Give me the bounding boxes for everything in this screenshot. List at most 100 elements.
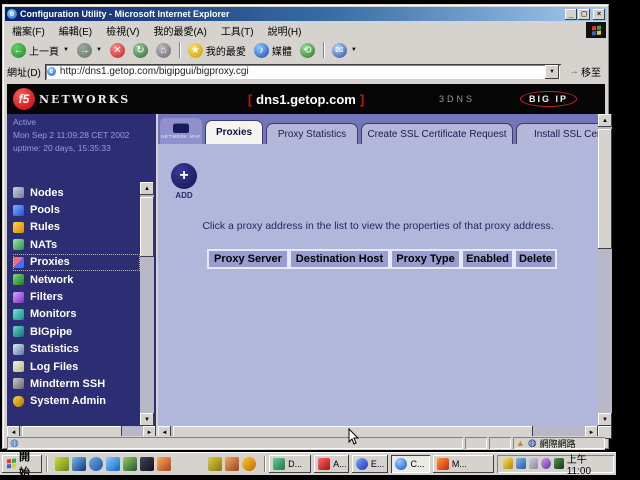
column-proxy-server[interactable]: Proxy Server [207,249,289,269]
scroll-down-icon[interactable]: ▼ [598,413,612,426]
menu-tools[interactable]: 工具(T) [214,22,261,39]
go-icon: → [569,66,579,77]
title-bar[interactable]: e Configuration Utility - Microsoft Inte… [5,7,607,21]
sidebar-item-nats[interactable]: NATs [13,236,140,253]
task-button-3[interactable]: E... [352,455,389,473]
sidebar-item-bigpipe[interactable]: BIGpipe [13,323,140,340]
sidebar-item-mindterm-ssh[interactable]: Mindterm SSH [13,375,140,392]
forward-dropdown-icon[interactable]: ▼ [96,47,102,53]
menu-file[interactable]: 檔案(F) [5,22,52,39]
clock[interactable]: 上午 11:00 [567,451,608,477]
sidebar-item-statistics[interactable]: Statistics [13,341,140,358]
back-dropdown-icon[interactable]: ▼ [63,47,69,53]
quick-launch-icon[interactable] [157,457,171,471]
window-title: Configuration Utility - Microsoft Intern… [20,9,564,19]
tab-create-ssl-certificate-request[interactable]: Create SSL Certificate Request [361,123,513,144]
quick-launch-icon[interactable] [123,457,137,471]
history-button[interactable]: ⟲ [296,42,319,59]
tray-icon[interactable] [541,458,551,469]
scroll-up-icon[interactable]: ▲ [598,114,612,127]
tab-proxies[interactable]: Proxies [205,120,263,144]
tray-icon[interactable] [503,458,513,469]
status-pane [465,437,487,449]
back-button[interactable]: ← 上一頁 ▼ [7,42,73,59]
sidebar-item-pools[interactable]: Pools [13,201,140,218]
media-button[interactable]: ♪ 媒體 [250,42,296,59]
sidebar-item-rules[interactable]: Rules [13,219,140,236]
scrollbar-thumb[interactable] [598,129,612,249]
stop-button[interactable]: ✕ [106,42,129,59]
favorites-button[interactable]: ★ 我的最愛 [184,42,250,59]
quick-launch-icon[interactable] [225,457,239,471]
quick-launch-icon[interactable] [242,457,256,471]
sidebar-scrollbar[interactable]: ▲ ▼ [140,182,154,426]
quick-launch-icon[interactable] [140,457,154,471]
sidebar-nav: Nodes Pools Rules NATs Proxies Network F… [13,184,140,410]
mail-dropdown-icon[interactable]: ▼ [351,47,357,53]
system-admin-icon [13,396,24,407]
column-destination-host[interactable]: Destination Host [289,249,390,269]
tab-install-ssl-certificate[interactable]: Install SSL Certif [516,123,598,144]
menu-view[interactable]: 檢視(V) [99,22,146,39]
scroll-up-icon[interactable]: ▲ [140,182,154,195]
start-button[interactable]: 開始 [2,455,42,473]
column-delete[interactable]: Delete [514,249,557,269]
quick-launch-icon[interactable] [55,457,69,471]
minimize-button[interactable]: _ [565,9,577,20]
network-icon [13,274,24,285]
tray-icon[interactable] [529,458,539,469]
quick-launch-icon[interactable] [72,457,86,471]
task-button-2[interactable]: A... [314,455,349,473]
media-icon: ♪ [254,43,269,58]
quick-launch-icon[interactable] [106,457,120,471]
address-input[interactable]: e http://dns1.getop.com/bigipgui/bigprox… [45,64,561,80]
quick-launch-icon[interactable] [191,457,205,471]
scroll-down-icon[interactable]: ▼ [140,413,154,426]
forward-button[interactable]: → ▼ [73,42,106,59]
back-label: 上一頁 [29,43,59,58]
sidebar-item-system-admin[interactable]: System Admin [13,393,140,410]
maximize-button[interactable]: □ [578,9,590,20]
scrollbar-thumb[interactable] [140,197,154,257]
sidebar-item-monitors[interactable]: Monitors [13,306,140,323]
pools-icon [13,205,24,216]
add-label: ADD [171,191,197,200]
task-button-4-active[interactable]: C... [391,455,429,473]
refresh-icon: ↻ [133,43,148,58]
menu-edit[interactable]: 編輯(E) [52,22,99,39]
sidebar-item-filters[interactable]: Filters [13,288,140,305]
sidebar-item-log-files[interactable]: Log Files [13,358,140,375]
forward-icon: → [77,43,92,58]
mail-button[interactable]: ✉ ▼ [328,42,361,59]
toolbar-separator [179,42,180,58]
column-proxy-type[interactable]: Proxy Type [390,249,461,269]
tab-proxy-statistics[interactable]: Proxy Statistics [266,123,358,144]
address-dropdown-icon[interactable]: ▼ [545,65,559,79]
sidebar-item-network[interactable]: Network [13,271,140,288]
menu-favorites[interactable]: 我的最愛(A) [146,22,213,39]
filters-icon [13,292,24,303]
content-scrollbar[interactable]: ▲ ▼ [598,114,612,426]
refresh-button[interactable]: ↻ [129,42,152,59]
sidebar-item-nodes[interactable]: Nodes [13,184,140,201]
tray-icon[interactable] [516,458,526,469]
column-enabled[interactable]: Enabled [461,249,514,269]
menu-help[interactable]: 說明(H) [261,22,309,39]
system-tray: 上午 11:00 [497,455,614,473]
network-map-button[interactable]: NETWORK MAP [160,118,202,144]
quick-launch-icon[interactable] [174,457,188,471]
close-button[interactable]: × [593,9,605,20]
task-button-1[interactable]: D... [269,455,311,473]
proxies-panel: + ADD Click a proxy address in the list … [158,144,598,426]
home-button[interactable]: ⌂ [152,42,175,59]
add-button[interactable]: + [171,163,197,189]
nav-3dns[interactable]: 3DNS [439,94,475,104]
sidebar-item-proxies[interactable]: Proxies [13,254,140,271]
tray-icon[interactable] [554,458,564,469]
nav-bigip[interactable]: BIG IP [520,91,577,107]
status-message: ◍ [7,437,463,449]
go-button[interactable]: → 移至 [565,64,605,79]
quick-launch-icon[interactable] [208,457,222,471]
quick-launch-icon[interactable] [89,457,103,471]
task-button-5[interactable]: M... [433,455,495,473]
